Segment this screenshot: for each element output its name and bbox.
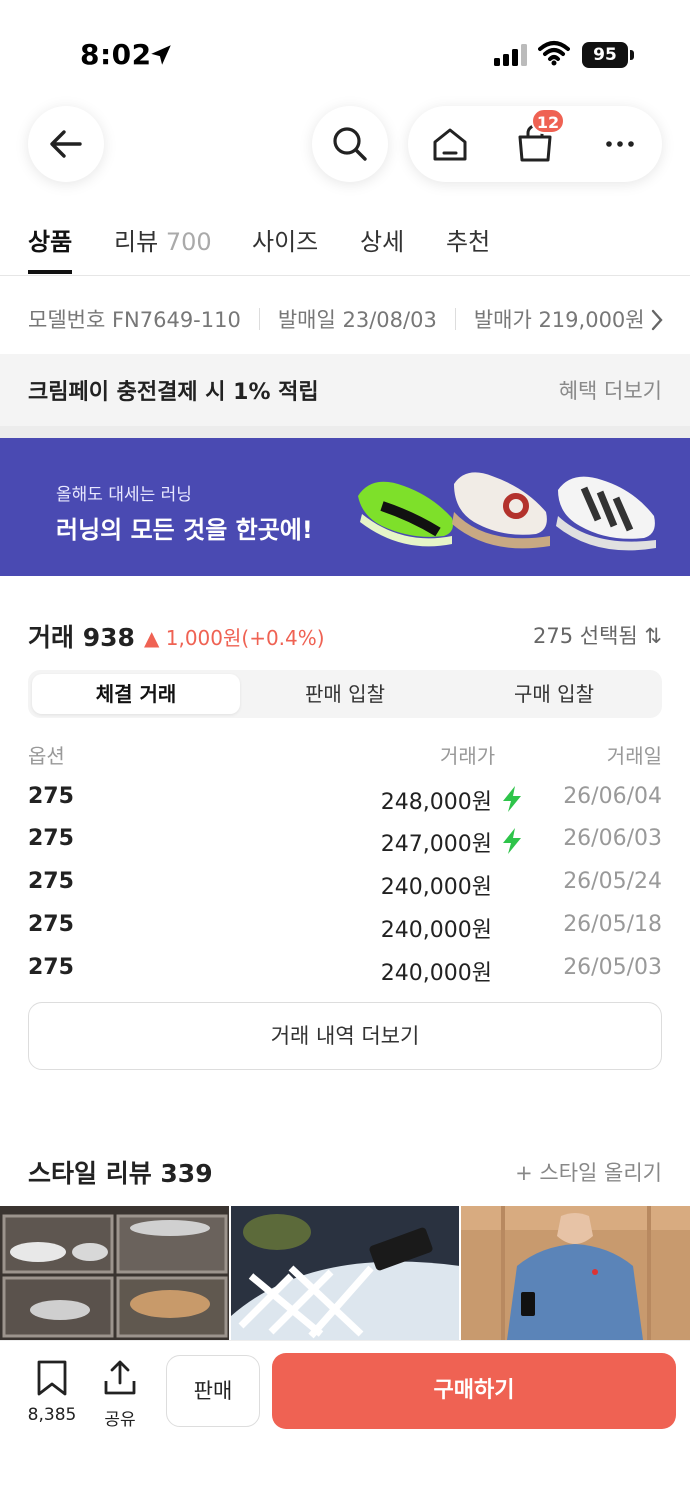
- row-price: 240,000원: [380, 961, 492, 986]
- row-date: 26/06/04: [563, 784, 662, 809]
- status-bar: 8:02 95: [0, 0, 690, 100]
- banner-title: 러닝의 모든 것을 한곳에!: [56, 516, 313, 544]
- signal-icon: [494, 44, 527, 66]
- trade-history-more-button[interactable]: 거래 내역 더보기: [28, 1002, 662, 1070]
- row-date: 26/05/03: [563, 955, 662, 980]
- row-option: 275: [28, 784, 74, 809]
- trade-title: 거래 938: [28, 623, 135, 652]
- shoe-green-image: [358, 481, 453, 547]
- tab-recommend[interactable]: 추천: [446, 222, 490, 257]
- row-price: 240,000원: [380, 875, 492, 900]
- style-review-title: 스타일 리뷰 339: [28, 1159, 213, 1188]
- style-review-photos: [0, 1206, 690, 1340]
- tab-label: 상세: [360, 228, 405, 256]
- segment-sell-bids[interactable]: 판매 입찰: [241, 674, 449, 714]
- trade-header: 거래 938 ▲ 1,000원(+0.4%) 275 선택됨 ⇅: [28, 616, 662, 652]
- row-price: 240,000원: [380, 918, 492, 943]
- segment-executed[interactable]: 체결 거래: [32, 674, 240, 714]
- table-row: 275 240,000원 26/05/24: [28, 869, 662, 905]
- product-info-row[interactable]: 모델번호 FN7649-110 발매일 23/08/03 발매가 219,000…: [0, 284, 690, 354]
- divider: [258, 308, 260, 330]
- shoe-white-image: [556, 476, 656, 551]
- tab-review[interactable]: 리뷰 700: [114, 222, 212, 257]
- back-button[interactable]: [28, 106, 104, 182]
- benefit-more-link[interactable]: 혜택 더보기: [559, 375, 662, 405]
- bookmark-icon: [37, 1360, 67, 1396]
- active-tab-indicator: [28, 270, 72, 274]
- tab-detail[interactable]: 상세: [360, 222, 404, 257]
- bookmark-count: 8,385: [27, 1405, 77, 1425]
- chevron-right-icon: [650, 308, 664, 332]
- row-option: 275: [28, 869, 74, 894]
- sell-button[interactable]: 판매: [166, 1355, 260, 1427]
- size-selector[interactable]: 275 선택됨 ⇅: [533, 620, 662, 650]
- column-date: 거래일: [606, 744, 662, 768]
- wifi-icon: [538, 41, 570, 66]
- tab-product[interactable]: 상품: [28, 222, 72, 257]
- battery-cap: [630, 50, 634, 60]
- bolt-icon: [503, 828, 521, 854]
- tab-label: 사이즈: [252, 228, 319, 256]
- buy-button[interactable]: 구매하기: [272, 1353, 676, 1429]
- cart-count-badge: 12: [530, 108, 565, 134]
- release-date: 발매일 23/08/03: [277, 308, 437, 332]
- column-option: 옵션: [28, 744, 65, 768]
- row-price: 247,000원: [380, 832, 492, 857]
- tab-size[interactable]: 사이즈: [252, 222, 318, 257]
- row-price: 248,000원: [380, 790, 492, 815]
- column-price: 거래가: [440, 744, 496, 768]
- nav-action-group: 12: [408, 106, 662, 182]
- location-arrow-icon: [151, 45, 171, 65]
- row-option: 275: [28, 826, 74, 851]
- model-number: 모델번호 FN7649-110: [28, 308, 241, 332]
- table-row: 275 240,000원 26/05/18: [28, 912, 662, 948]
- home-icon[interactable]: [430, 124, 470, 164]
- row-date: 26/05/18: [563, 912, 662, 937]
- tab-label: 상품: [28, 228, 73, 256]
- trade-type-segment: 체결 거래 판매 입찰 구매 입찰: [28, 670, 662, 718]
- bottom-action-bar: 8,385 공유 판매 구매하기: [0, 1340, 690, 1500]
- price-change: ▲ 1,000원(+0.4%): [144, 626, 325, 650]
- table-row: 275 240,000원 26/05/03: [28, 955, 662, 991]
- style-review-header: 스타일 리뷰 339 + 스타일 올리기: [28, 1154, 662, 1188]
- divider: [454, 308, 456, 330]
- benefit-text: 크림페이 충전결제 시 1% 적립: [28, 380, 319, 405]
- tab-label: 추천: [446, 228, 491, 256]
- shoe-beige-image: [452, 472, 550, 549]
- row-option: 275: [28, 955, 74, 980]
- bookmark-button[interactable]: 8,385: [20, 1359, 84, 1425]
- segment-buy-bids[interactable]: 구매 입찰: [450, 674, 658, 714]
- release-price: 발매가 219,000원: [473, 308, 645, 332]
- style-upload-link[interactable]: + 스타일 올리기: [515, 1157, 662, 1187]
- running-banner[interactable]: 올해도 대세는 러닝 러닝의 모든 것을 한곳에!: [0, 438, 690, 576]
- style-photo-laces[interactable]: [230, 1206, 460, 1340]
- table-row: 275 248,000원 26/06/04: [28, 784, 662, 820]
- row-date: 26/06/03: [563, 826, 662, 851]
- row-option: 275: [28, 912, 74, 937]
- cart-button[interactable]: 12: [515, 108, 565, 164]
- share-label: 공유: [104, 1410, 136, 1430]
- status-time: 8:02: [80, 38, 152, 71]
- table-row: 275 247,000원 26/06/03: [28, 826, 662, 862]
- banner-subtitle: 올해도 대세는 러닝: [56, 485, 192, 505]
- benefit-row: 크림페이 충전결제 시 1% 적립 혜택 더보기: [0, 354, 690, 438]
- search-button[interactable]: [312, 106, 388, 182]
- bolt-icon: [503, 786, 521, 812]
- tab-label: 리뷰: [114, 228, 159, 256]
- back-arrow-icon: [50, 130, 82, 158]
- more-icon[interactable]: [600, 124, 640, 164]
- share-icon: [104, 1360, 136, 1395]
- row-date: 26/05/24: [563, 869, 662, 894]
- tab-count: 700: [165, 228, 212, 256]
- product-tabs: 상품 리뷰 700 사이즈 상세 추천: [0, 210, 690, 276]
- style-photo-denim-shirt[interactable]: [461, 1206, 690, 1340]
- style-photo-shoe-boxes[interactable]: [0, 1206, 229, 1340]
- share-button[interactable]: 공유: [96, 1359, 144, 1430]
- battery-level: 95: [582, 42, 628, 68]
- search-icon: [333, 127, 367, 161]
